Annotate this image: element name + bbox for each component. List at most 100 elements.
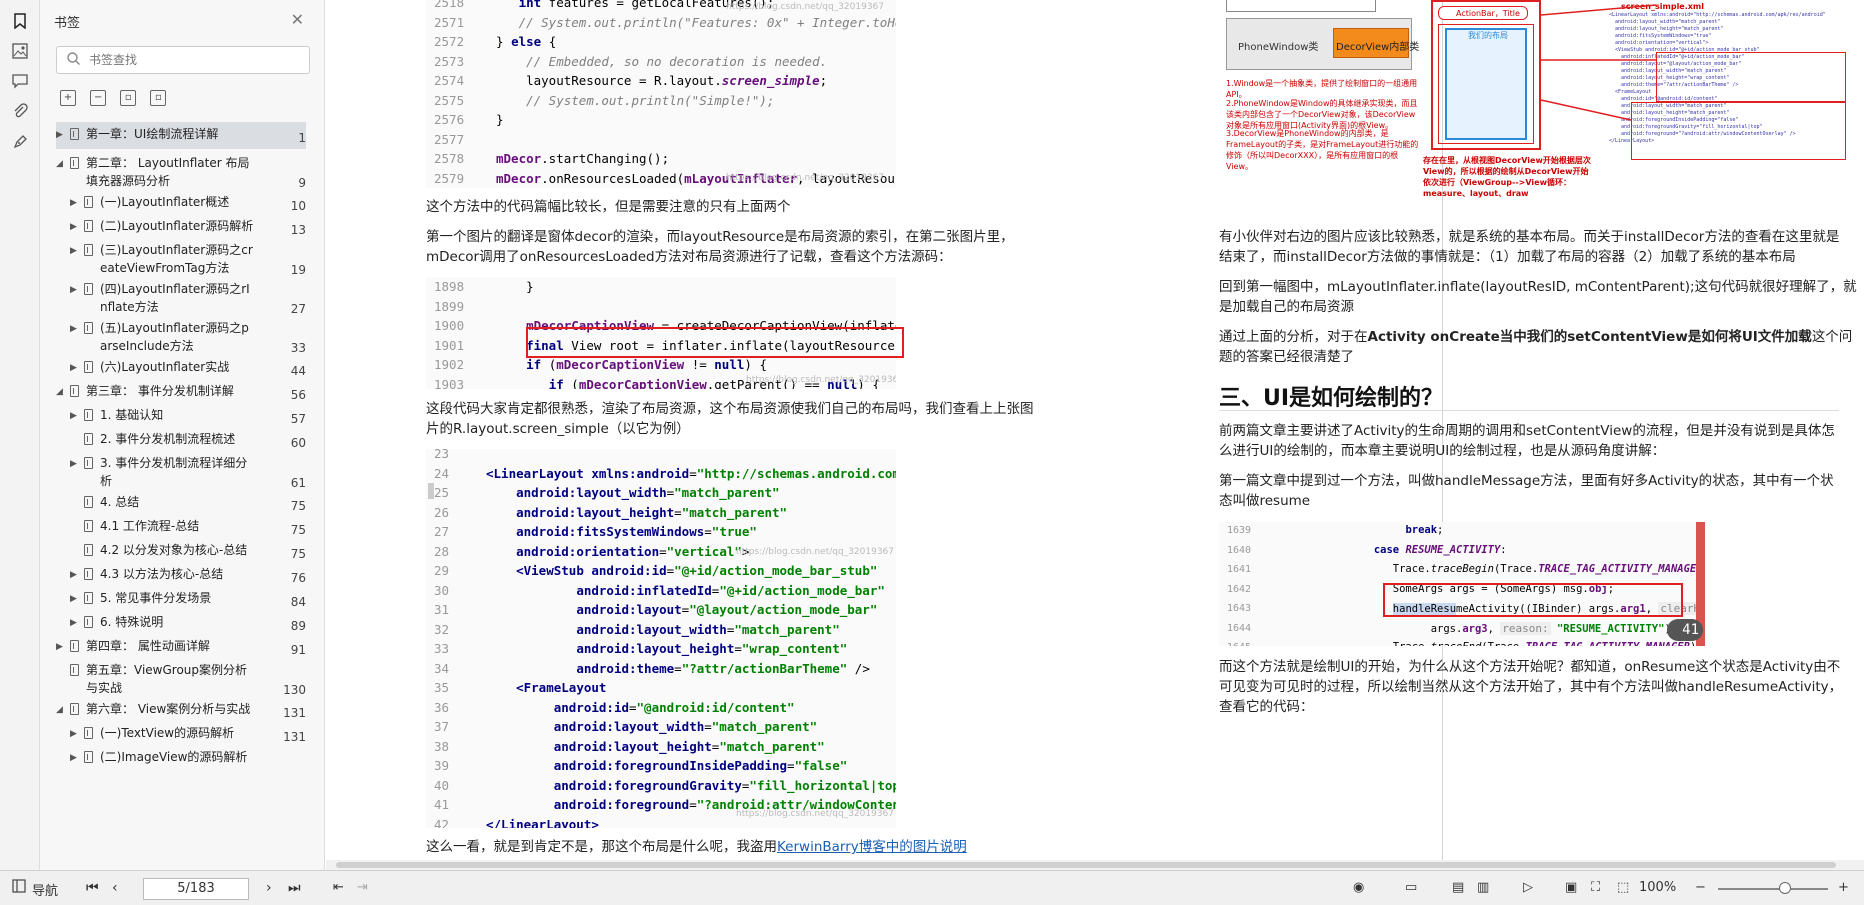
- play-icon[interactable]: ▷: [1523, 880, 1533, 895]
- horizontal-scrollbar[interactable]: [326, 860, 1864, 870]
- toc-item-label: 第二章： LayoutInflater 布局 填充器源码分析: [86, 154, 250, 190]
- toc-item[interactable]: ▶ 第四章： 属性动画详解 91: [56, 634, 306, 657]
- bookmark-icon: [70, 385, 79, 397]
- toc-item[interactable]: ▶ 6. 特殊说明 89: [56, 610, 306, 633]
- fit-page-icon[interactable]: ⛶: [1591, 880, 1600, 895]
- decorview-label: DecorView内部类: [1336, 42, 1420, 53]
- expand-arrow-icon[interactable]: ▶: [70, 242, 77, 260]
- expand-arrow-icon[interactable]: ▶: [70, 407, 77, 425]
- diagram-arrows: [1540, 4, 1657, 121]
- toc-item[interactable]: ▶ 1. 基础认知 57: [56, 403, 306, 426]
- bookmark-search[interactable]: [56, 46, 310, 74]
- add-bookmark-icon[interactable]: ▫: [120, 90, 137, 106]
- next-page-icon[interactable]: ›: [266, 880, 272, 896]
- toc-item-label-line: 第六章： View案例分析与实战: [86, 702, 251, 716]
- bookmark-panel-icon[interactable]: [9, 10, 31, 32]
- zoom-in-icon[interactable]: +: [1838, 880, 1849, 895]
- toc-item[interactable]: ◢ 第二章： LayoutInflater 布局 填充器源码分析 9: [56, 151, 306, 190]
- line-number: 26: [434, 504, 450, 520]
- paragraph: 这段代码大家肯定都很熟悉，渲染了布局资源，这个布局资源使我们自己的布局吗，我们查…: [426, 401, 1034, 417]
- zoom-slider[interactable]: [1718, 888, 1828, 890]
- toc-item[interactable]: 4.1 工作流程-总结 75: [56, 514, 306, 537]
- bookmark-icon: [84, 727, 93, 739]
- expand-arrow-icon[interactable]: ▶: [70, 359, 77, 377]
- toc-item[interactable]: ▶ (四)LayoutInflater源码之rI nflate方法 27: [56, 277, 306, 316]
- last-page-icon[interactable]: ⏭: [288, 880, 301, 896]
- nav-label[interactable]: 导航: [32, 880, 58, 899]
- toc-item[interactable]: ▶ (二)ImageView的源码解析: [56, 745, 306, 767]
- line-number: 1899: [434, 298, 465, 314]
- toc-item[interactable]: ▶ (五)LayoutInflater源码之p arseInclude方法 33: [56, 316, 306, 355]
- expand-arrow-icon[interactable]: ▶: [56, 638, 63, 656]
- zoom-out-icon[interactable]: −: [1695, 880, 1706, 895]
- toc-item[interactable]: 4.2 以分发对象为核心-总结 75: [56, 538, 306, 561]
- zoom-slider-handle[interactable]: [1779, 882, 1791, 894]
- collapse-arrow-icon[interactable]: ◢: [56, 155, 63, 173]
- toc-item[interactable]: ◢ 第三章： 事件分发机制详解 56: [56, 379, 306, 402]
- search-input[interactable]: [89, 51, 299, 69]
- bookmark-icon[interactable]: ▫: [150, 90, 167, 106]
- toc-item[interactable]: ◢ 第六章： View案例分析与实战 131: [56, 697, 306, 720]
- fit-width-icon[interactable]: ⬚: [1617, 880, 1629, 895]
- single-page-icon[interactable]: ▭: [1405, 880, 1417, 895]
- nav-panel-icon[interactable]: [12, 879, 26, 897]
- line-number: 42: [434, 816, 450, 829]
- expand-arrow-icon[interactable]: ▶: [56, 126, 63, 144]
- toc-item-label-line: 填充器源码分析: [86, 174, 171, 188]
- toc-item-page: 76: [290, 571, 306, 585]
- expand-arrow-icon[interactable]: ▶: [70, 725, 77, 743]
- expand-arrow-icon[interactable]: ▶: [70, 281, 77, 299]
- double-page-icon[interactable]: ▥: [1477, 880, 1489, 895]
- bookmark-icon: [70, 128, 79, 140]
- toc-item[interactable]: ▶ (一)TextView的源码解析 131: [56, 721, 306, 744]
- line-number: 1644: [1227, 622, 1252, 634]
- toc-item[interactable]: ▶ 4.3 以方法为核心-总结 76: [56, 562, 306, 585]
- toc-item-page: 75: [290, 523, 306, 537]
- expand-arrow-icon[interactable]: ▶: [70, 194, 77, 212]
- toc-item[interactable]: 2. 事件分发机制流程梳述 60: [56, 427, 306, 450]
- actual-size-icon[interactable]: ▣: [1565, 880, 1577, 895]
- toc-item[interactable]: 第五章：ViewGroup案例分析 与实战 130: [56, 658, 306, 697]
- expand-arrow-icon[interactable]: ▶: [70, 590, 77, 608]
- bookmark-icon: [84, 496, 93, 508]
- watermark: https://blog.csdn.net/qq_32019367: [726, 2, 885, 12]
- toc-item[interactable]: ▶ 3. 事件分发机制流程详细分析 61: [56, 451, 306, 490]
- collapse-arrow-icon[interactable]: ◢: [56, 701, 63, 719]
- expand-arrow-icon[interactable]: ▶: [70, 218, 77, 236]
- thumbnail-image-icon[interactable]: [9, 40, 31, 62]
- eye-mode-icon[interactable]: ◉: [1353, 880, 1364, 895]
- toc-item[interactable]: ▶ 第一章：UI绘制流程详解 1: [56, 122, 306, 149]
- page-number-input[interactable]: 5/183: [143, 878, 249, 900]
- bookmark-icon: [84, 433, 93, 445]
- toc-item[interactable]: 4. 总结 75: [56, 490, 306, 513]
- expand-arrow-icon[interactable]: ▶: [70, 320, 77, 338]
- toc-item-label-line: 6. 特殊说明: [100, 615, 164, 629]
- continuous-page-icon[interactable]: ▤: [1452, 880, 1464, 895]
- line-number: 2573: [434, 53, 465, 69]
- expand-arrow-icon[interactable]: ▶: [70, 614, 77, 632]
- collapse-arrow-icon[interactable]: ◢: [56, 383, 63, 401]
- toc-item-label-line: (二)ImageView的源码解析: [100, 750, 248, 764]
- paragraph: 而这个方法就是绘制UI的开始，为什么从这个方法开始呢？都知道，onResume这…: [1219, 659, 1841, 675]
- expand-arrow-icon[interactable]: ▶: [70, 566, 77, 584]
- toc-item[interactable]: ▶ (六)LayoutInflater实战 44: [56, 355, 306, 378]
- close-icon[interactable]: ✕: [291, 10, 304, 29]
- toc-item[interactable]: ▶ 5. 常见事件分发场景 84: [56, 586, 306, 609]
- expand-all-icon[interactable]: +: [60, 90, 76, 106]
- attachment-icon[interactable]: [9, 100, 31, 122]
- first-page-icon[interactable]: ⏮: [86, 880, 99, 896]
- expand-arrow-icon[interactable]: ▶: [70, 749, 77, 767]
- expand-arrow-icon[interactable]: ▶: [70, 455, 77, 473]
- zoom-level[interactable]: 100%: [1639, 880, 1676, 895]
- forward-icon[interactable]: ⇥: [357, 880, 368, 895]
- toc-item[interactable]: ▶ (二)LayoutInflater源码解析 13: [56, 214, 306, 237]
- collapse-all-icon[interactable]: −: [90, 90, 107, 106]
- back-icon[interactable]: ⇤: [333, 880, 344, 895]
- blog-link[interactable]: KerwinBarry博客中的图片说明: [777, 839, 967, 855]
- line-number: 29: [434, 563, 450, 578]
- toc-item[interactable]: ▶ (三)LayoutInflater源码之cr eateViewFromTag方法…: [56, 238, 306, 277]
- toc-item[interactable]: ▶ (一)LayoutInflater概述 10: [56, 190, 306, 213]
- prev-page-icon[interactable]: ‹: [112, 880, 118, 896]
- comment-icon[interactable]: [9, 70, 31, 92]
- signature-icon[interactable]: [9, 130, 31, 152]
